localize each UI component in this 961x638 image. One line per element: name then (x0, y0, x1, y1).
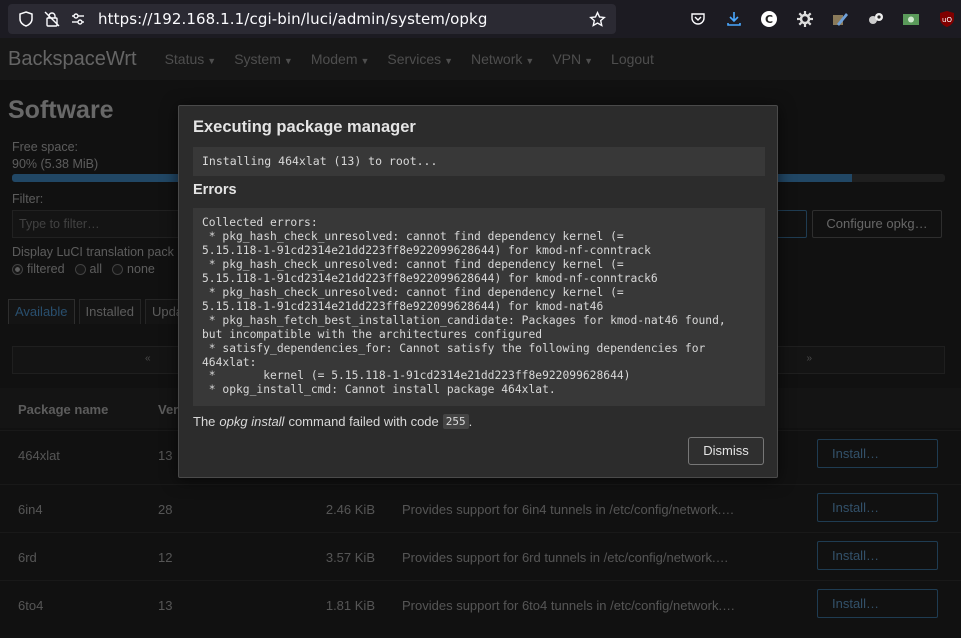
download-icon[interactable] (724, 9, 744, 29)
extension-c-icon[interactable]: C (759, 9, 779, 29)
install-status: Installing 464xlat (13) to root... (193, 147, 765, 176)
bookmark-star-icon[interactable] (589, 10, 606, 33)
address-bar[interactable]: https://192.168.1.1/cgi-bin/luci/admin/s… (8, 4, 616, 34)
pocket-icon[interactable] (688, 9, 708, 29)
spy-extension-icon[interactable] (866, 9, 886, 29)
failure-message: The opkg install command failed with cod… (193, 414, 473, 429)
pen-extension-icon[interactable] (830, 9, 850, 29)
errors-heading: Errors (193, 182, 237, 198)
svg-text:uO: uO (942, 16, 952, 24)
exit-code: 255 (442, 414, 469, 429)
errors-log: Collected errors: * pkg_hash_check_unres… (193, 208, 765, 406)
shield-icon[interactable] (18, 11, 34, 27)
permissions-icon[interactable] (70, 11, 86, 27)
insecure-lock-icon[interactable] (44, 11, 60, 27)
svg-text:C: C (765, 13, 773, 26)
dismiss-button[interactable]: Dismiss (688, 437, 764, 465)
package-manager-dialog: Executing package manager Installing 464… (178, 105, 778, 478)
ublock-icon[interactable]: uO (937, 9, 957, 29)
dialog-title: Executing package manager (193, 118, 416, 136)
url-text: https://192.168.1.1/cgi-bin/luci/admin/s… (98, 10, 488, 28)
money-extension-icon[interactable] (901, 9, 921, 29)
gear-icon[interactable] (795, 9, 815, 29)
browser-toolbar: https://192.168.1.1/cgi-bin/luci/admin/s… (0, 0, 961, 38)
